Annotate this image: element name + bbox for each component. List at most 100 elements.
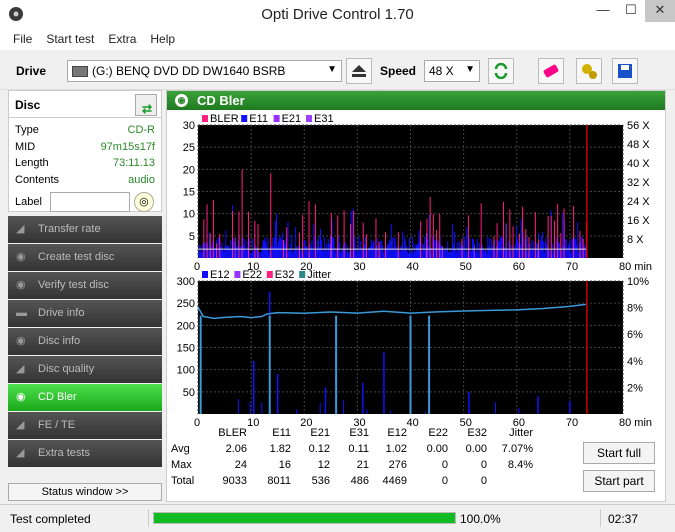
stats-header: E11: [272, 427, 291, 439]
panel-title: CD Bler: [197, 93, 245, 108]
x-tick-label: 50: [460, 417, 472, 427]
refresh-speed-button[interactable]: [488, 58, 514, 84]
legend-label: E22: [242, 269, 262, 281]
legend-label: E21: [282, 113, 302, 125]
close-button[interactable]: ✕: [645, 0, 675, 22]
legend-swatch: [266, 271, 273, 278]
nav-fe-te[interactable]: ◢ FE / TE: [8, 412, 162, 439]
drive-select[interactable]: (G:) BENQ DVD DD DW1640 BSRB ▼: [67, 60, 342, 82]
nav-extra-tests[interactable]: ◢ Extra tests: [8, 440, 162, 467]
legend-swatch: [202, 115, 208, 122]
menu-file[interactable]: File: [6, 30, 39, 50]
start-full-button[interactable]: Start full: [583, 442, 655, 464]
gears-icon: [582, 64, 597, 79]
nav-label: Transfer rate: [38, 223, 101, 235]
disc-info: Type CD-R MID 97m15s17f Length 73:11.13 Con…: [8, 118, 162, 212]
extra-tests-icon: ◢: [16, 447, 25, 459]
stats-row: Avg 2.06 1.82 0.12 0.11 1.02 0.00 0.00 7.07%: [171, 443, 571, 458]
nav-drive-info[interactable]: ▬ Drive info: [8, 300, 162, 327]
status-text: Test completed: [10, 512, 91, 526]
disc-refresh-button[interactable]: ⇄: [135, 94, 157, 116]
stats-cell: 8.4%: [507, 459, 533, 471]
stats-cell: 7.07%: [501, 443, 533, 455]
y2-tick-label: 16 X: [627, 215, 650, 227]
window-title: Opti Drive Control 1.70: [261, 6, 414, 23]
drive-icon: [72, 66, 88, 77]
legend-label: E31: [314, 113, 334, 125]
y-tick-label: 100: [177, 365, 195, 377]
legend-swatch: [202, 271, 208, 278]
progress-text: 100.0%: [460, 512, 501, 526]
y2-tick-label: 6%: [627, 329, 643, 341]
maximize-button[interactable]: ☐: [617, 0, 645, 22]
menu-start-test[interactable]: Start test: [39, 30, 101, 50]
start-part-button[interactable]: Start part: [583, 470, 655, 492]
legend-swatch: [234, 271, 241, 278]
nav-cd-bler[interactable]: ◉ CD Bler: [8, 384, 162, 411]
stats-row: Total 9033 8011 536 486 4469 0 0: [171, 475, 571, 490]
stats-cell: 24: [234, 459, 247, 471]
stats-row-label: Avg: [171, 443, 190, 455]
panel-header: ◉ CD Bler: [167, 91, 665, 110]
nav-disc-quality[interactable]: ◢ Disc quality: [8, 356, 162, 383]
stats-cell: 12: [317, 459, 330, 471]
legend-swatch: [273, 115, 280, 122]
y2-tick-label: 56 X: [627, 120, 650, 132]
disc-length-value: 73:11.13: [112, 157, 155, 169]
menu-help[interactable]: Help: [143, 30, 182, 50]
cd-bler-panel: ◉ CD Bler 0 10 20 30 40 50 60 70 80 min 5 10 15 20 25…: [166, 90, 666, 502]
disc-icon: ◎: [139, 196, 149, 208]
x-tick-label: 40: [407, 417, 419, 427]
eject-button[interactable]: [346, 58, 372, 84]
e12-jitter-chart: 0 10 20 30 40 50 60 70 80 min 50 100 150 200 250 300 2%…: [177, 269, 652, 427]
nav-disc-info[interactable]: ◉ Disc info: [8, 328, 162, 355]
nav-label: Drive info: [38, 307, 85, 319]
stats-cell: 9033: [222, 475, 247, 487]
x-tick-label: 10: [247, 417, 259, 427]
minimize-button[interactable]: —: [589, 0, 617, 22]
save-button[interactable]: [612, 58, 638, 84]
refresh-icon: [494, 63, 508, 79]
bler-chart: 0 10 20 30 40 50 60 70 80 min510152025308 X16 X2…: [183, 113, 652, 271]
stats-cell: 0: [480, 459, 487, 471]
transfer-rate-icon: ◢: [16, 223, 25, 235]
stats-cell: 4469: [382, 475, 407, 487]
y-tick-label: 15: [183, 187, 195, 199]
erase-button[interactable]: [538, 58, 564, 84]
label-apply-button[interactable]: ◎: [133, 192, 154, 212]
y2-tick-label: 4%: [627, 356, 643, 368]
eject-icon: [352, 65, 366, 77]
save-icon: [618, 64, 632, 78]
speed-value: 48 X: [429, 64, 454, 78]
disc-type-value: CD-R: [127, 124, 156, 136]
stats-cell: 8011: [267, 475, 291, 487]
settings-button[interactable]: [576, 58, 602, 84]
legend-swatch: [299, 271, 306, 278]
progress-fill: [154, 513, 455, 523]
disc-header: Disc ⇄: [8, 90, 162, 118]
speed-select[interactable]: 48 X ▼: [424, 60, 480, 82]
drive-value: (G:) BENQ DVD DD DW1640 BSRB: [92, 64, 286, 78]
stats-row: Max 24 16 12 21 276 0 0 8.4%: [171, 459, 571, 474]
stats-header: E22: [428, 427, 448, 439]
disc-quality-icon: ◢: [16, 363, 25, 375]
disc-label-input[interactable]: [49, 192, 130, 212]
nav-transfer-rate[interactable]: ◢ Transfer rate: [8, 216, 162, 243]
menu-extra[interactable]: Extra: [101, 30, 143, 50]
nav-create-test-disc[interactable]: ◉ Create test disc: [8, 244, 162, 271]
disc-info-icon: ◉: [16, 335, 26, 347]
stats-header-row: BLER E11 E21 E31 E12 E22 E32 Jitter: [171, 427, 571, 442]
y2-tick-label: 40 X: [627, 158, 650, 170]
y-tick-label: 25: [183, 142, 195, 154]
sidebar: Disc ⇄ Type CD-R MID 97m15s17f Length 73:11…: [8, 90, 162, 502]
y-tick-label: 10: [183, 209, 195, 221]
stats-header: E31: [349, 427, 369, 439]
nav-label: Disc quality: [38, 363, 95, 375]
y2-tick-label: 24 X: [627, 196, 650, 208]
status-window-button[interactable]: Status window >>: [8, 483, 162, 501]
legend-swatch: [241, 115, 248, 122]
chevron-down-icon: ▼: [327, 64, 337, 75]
drive-info-icon: ▬: [16, 307, 27, 319]
nav-verify-test-disc[interactable]: ◉ Verify test disc: [8, 272, 162, 299]
x-tick-label: 80 min: [619, 417, 652, 427]
